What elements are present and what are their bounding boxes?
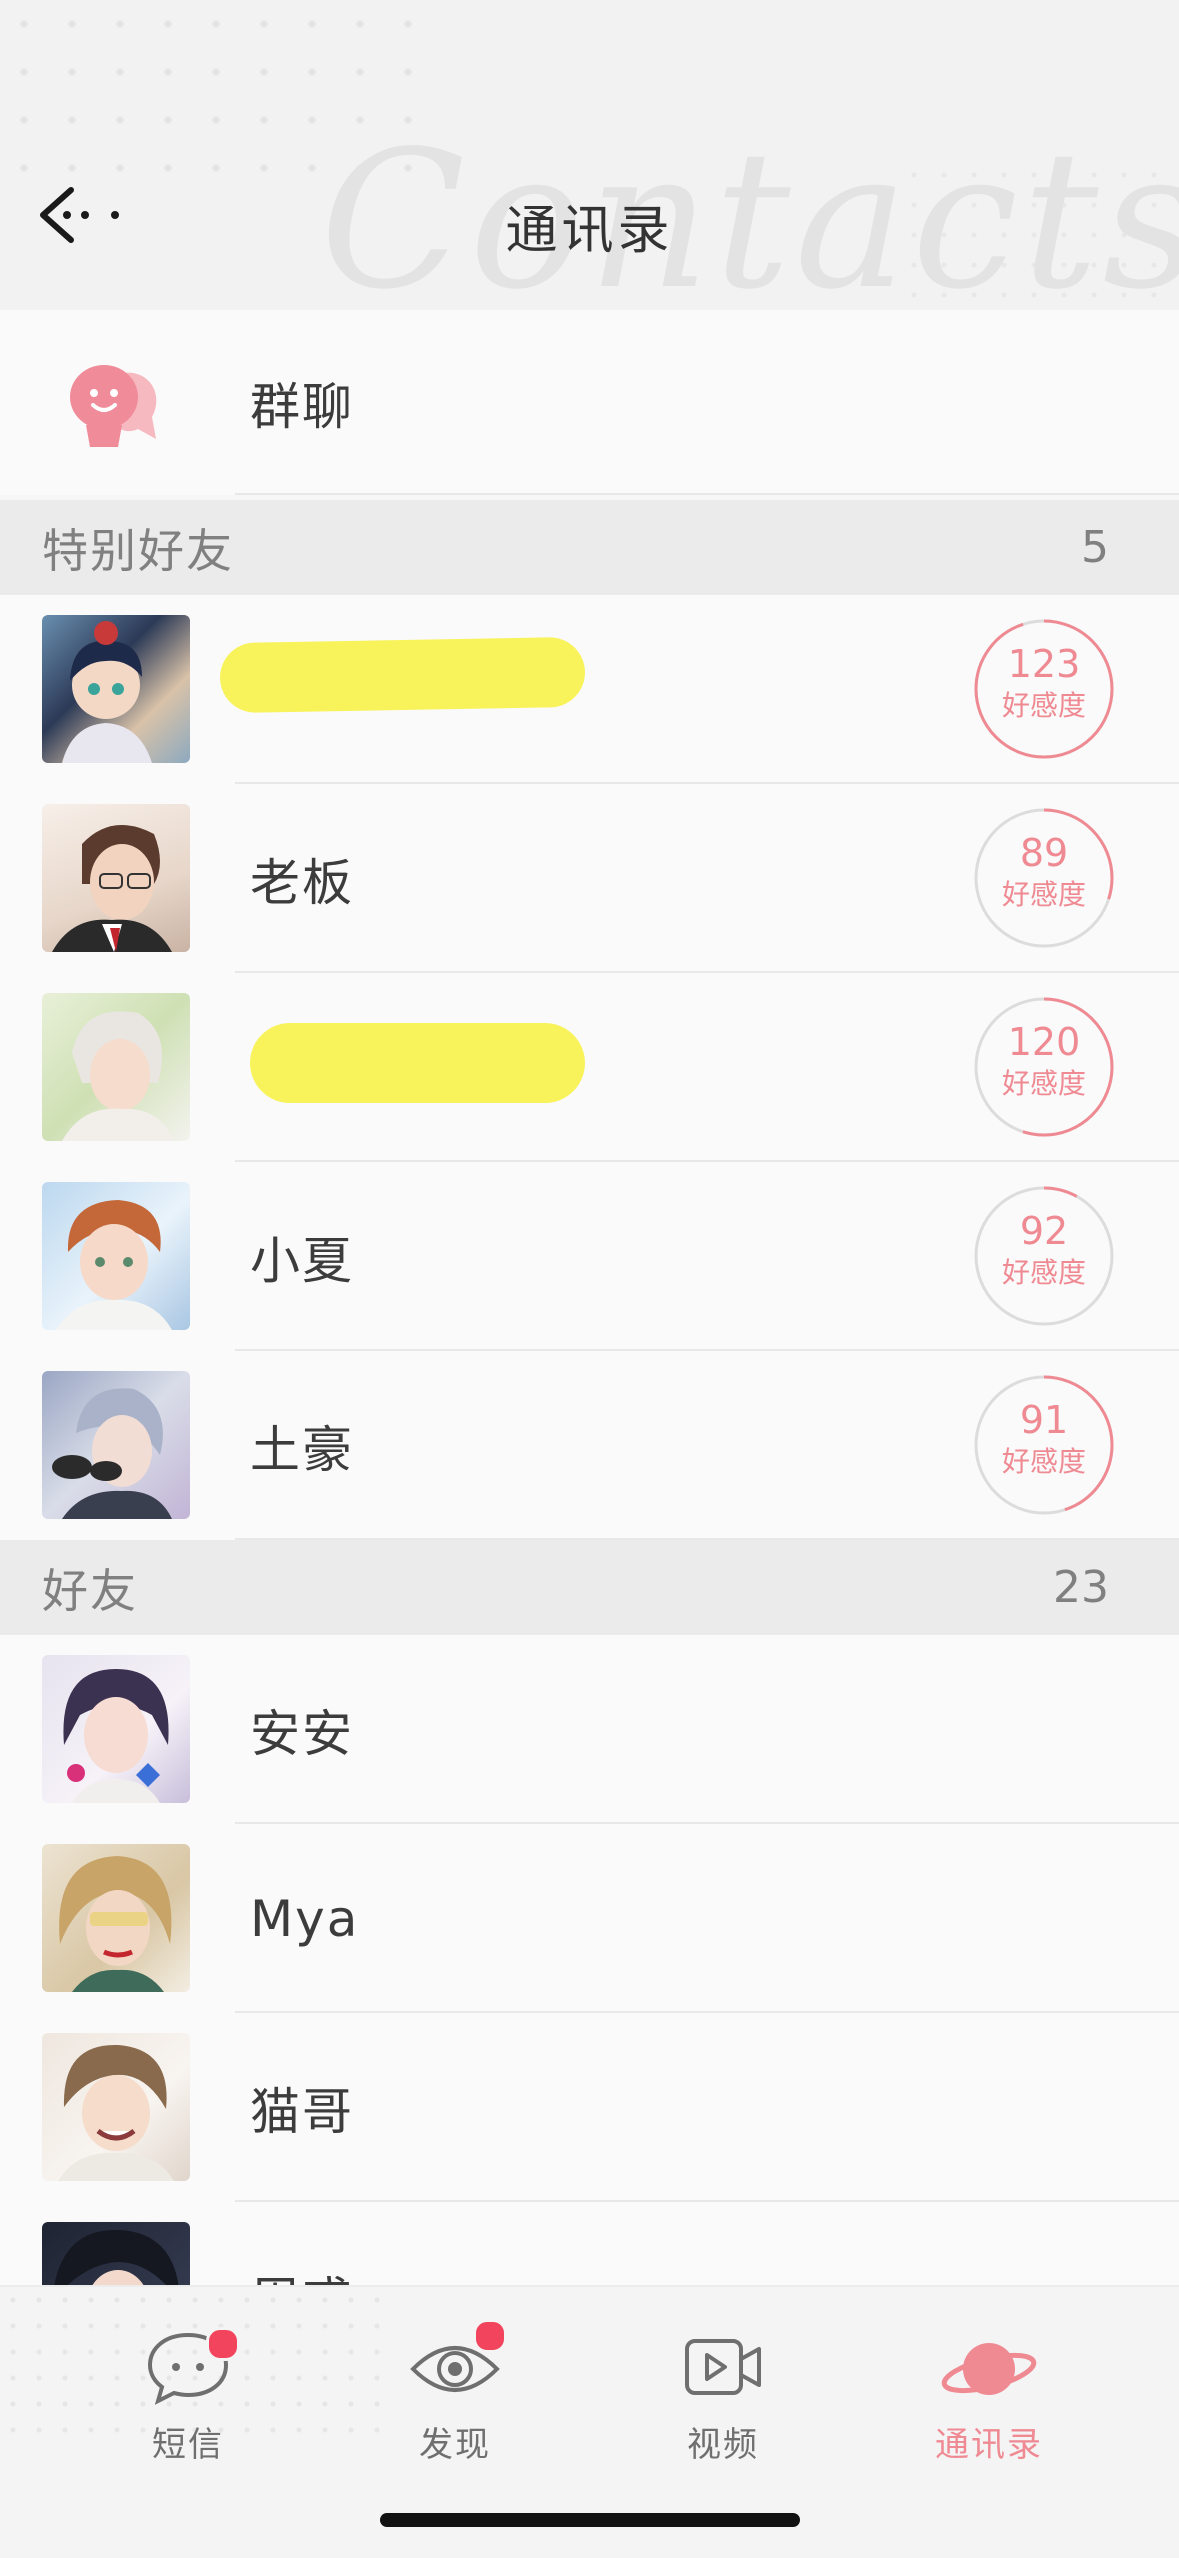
group-chat-label: 群聊	[250, 377, 354, 436]
special-friends-header: 特别好友 5	[0, 500, 1179, 595]
contact-row[interactable]: 周惑	[0, 2202, 1179, 2285]
planet-icon	[941, 2343, 1037, 2395]
favor-value: 89	[1019, 831, 1069, 875]
page-title: 通讯录	[505, 201, 674, 261]
tab-video[interactable]: 视频	[623, 2327, 823, 2477]
tab-contacts[interactable]: 通讯录	[889, 2327, 1089, 2477]
tab-label: 短信	[152, 2425, 224, 2465]
favor-label: 好感度	[1001, 1256, 1086, 1289]
contact-name: 老板	[250, 853, 354, 912]
contact-name: 安安	[250, 1704, 354, 1763]
contact-name: 猫哥	[250, 2082, 354, 2141]
avatar	[42, 993, 190, 1141]
section-count: 5	[1081, 522, 1109, 573]
avatar	[42, 1182, 190, 1330]
name-highlight	[219, 636, 586, 714]
favor-ring: 120 好感度	[973, 996, 1115, 1138]
avatar	[42, 1844, 190, 1992]
contact-name: Mya	[250, 1889, 360, 1948]
avatar	[42, 615, 190, 763]
avatar	[42, 1371, 190, 1519]
tab-discover[interactable]: 发现	[355, 2319, 555, 2477]
favor-label: 好感度	[1001, 1067, 1086, 1100]
contact-row[interactable]: 猫哥	[0, 2013, 1179, 2202]
favor-label: 好感度	[1001, 1445, 1086, 1478]
contact-row[interactable]: 120 好感度	[0, 973, 1179, 1162]
divider	[235, 493, 1179, 495]
section-label: 好友	[42, 1563, 138, 1618]
avatar	[42, 804, 190, 952]
contact-name: 小夏	[250, 1231, 354, 1290]
favor-value: 91	[1019, 1398, 1069, 1442]
contact-row[interactable]: Mya	[0, 1824, 1179, 2013]
favor-label: 好感度	[1001, 878, 1086, 911]
section-count: 23	[1053, 1562, 1109, 1613]
contact-row[interactable]: 安安	[0, 1635, 1179, 1824]
favor-ring: 91 好感度	[973, 1374, 1115, 1516]
tab-label: 通讯录	[935, 2425, 1043, 2465]
favor-ring: 92 好感度	[973, 1185, 1115, 1327]
group-chat-icon	[60, 355, 170, 455]
contact-name: 土豪	[250, 1420, 354, 1479]
avatar	[42, 2033, 190, 2181]
tab-label: 发现	[419, 2425, 491, 2465]
avatar	[42, 2222, 190, 2285]
name-highlight	[250, 1023, 585, 1103]
contact-row[interactable]: 老板 89 好感度	[0, 784, 1179, 973]
notification-badge	[473, 2319, 507, 2353]
home-indicator	[380, 2513, 800, 2527]
favor-label: 好感度	[1001, 689, 1086, 722]
notification-badge	[206, 2327, 240, 2361]
section-label: 特别好友	[42, 523, 234, 578]
header: Contacts 通讯录	[0, 0, 1179, 310]
favor-value: 92	[1019, 1209, 1069, 1253]
contact-row[interactable]: 123 好感度	[0, 595, 1179, 784]
contact-name: 周惑	[250, 2202, 354, 2286]
favor-ring: 123 好感度	[973, 618, 1115, 760]
avatar	[42, 1655, 190, 1803]
group-chat-row[interactable]: 群聊	[0, 310, 1179, 495]
tab-label: 视频	[687, 2425, 759, 2465]
friends-header: 好友 23	[0, 1540, 1179, 1635]
video-camera-icon	[685, 2339, 761, 2395]
favor-value: 120	[1007, 1020, 1081, 1064]
favor-ring: 89 好感度	[973, 807, 1115, 949]
favor-value: 123	[1007, 642, 1081, 686]
tab-messages[interactable]: 短信	[88, 2327, 288, 2477]
contact-row[interactable]: 小夏 92 好感度	[0, 1162, 1179, 1351]
contact-row[interactable]: 土豪 91 好感度	[0, 1351, 1179, 1540]
